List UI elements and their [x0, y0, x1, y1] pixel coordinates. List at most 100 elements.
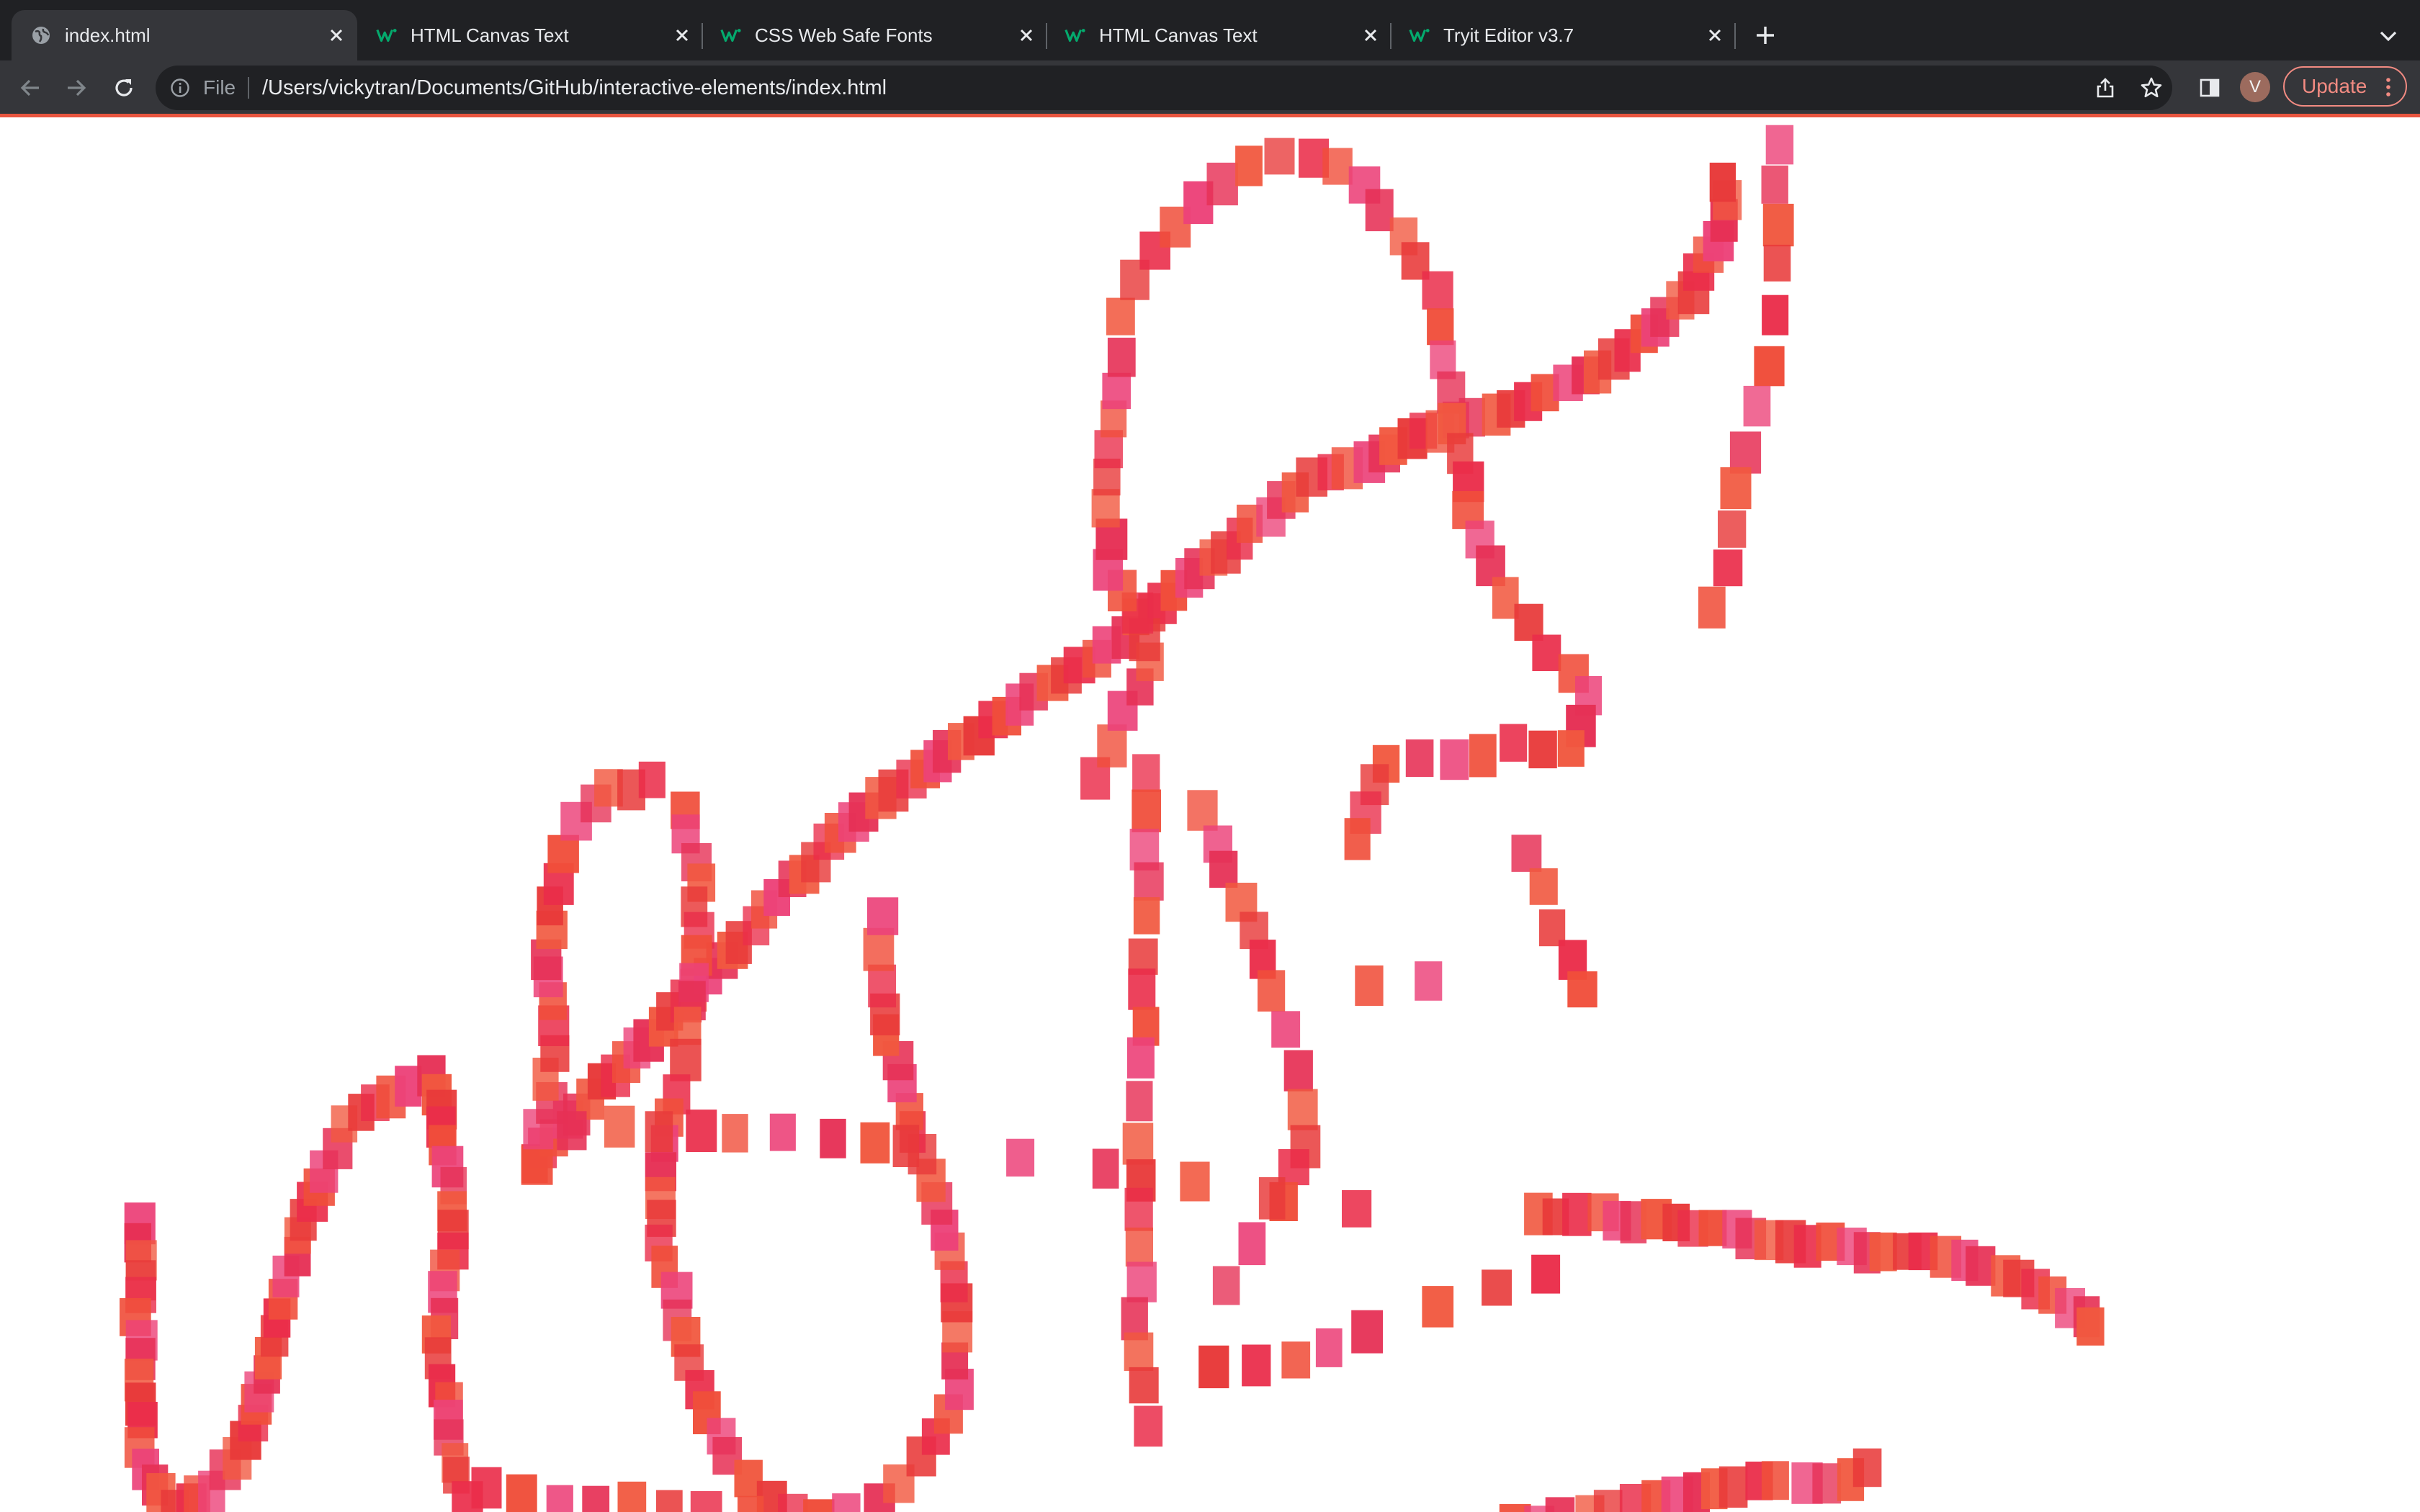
drawn-square — [1283, 1050, 1313, 1092]
drawn-square — [1125, 1227, 1153, 1267]
drawn-square — [546, 1485, 573, 1512]
profile-avatar[interactable]: V — [2240, 72, 2270, 102]
globe-icon — [30, 24, 52, 46]
drawn-square — [1198, 1345, 1229, 1389]
drawn-square — [1344, 818, 1371, 860]
drawn-square — [868, 964, 896, 1008]
drawn-square — [1124, 1332, 1154, 1371]
drawn-square — [1529, 868, 1558, 905]
tab-search-button[interactable] — [2372, 20, 2404, 52]
drawn-square — [1761, 165, 1788, 204]
drawn-square — [1869, 1232, 1897, 1272]
drawn-square — [1097, 724, 1127, 768]
drawn-square — [1127, 1037, 1155, 1079]
drawn-square — [1567, 971, 1597, 1008]
w3schools-icon — [1065, 24, 1086, 46]
drawn-square — [1355, 965, 1384, 1007]
drawn-square — [645, 1111, 673, 1153]
back-button[interactable] — [14, 72, 46, 104]
drawn-square — [1469, 734, 1497, 778]
tab-html-canvas-text[interactable]: HTML Canvas Text — [357, 10, 703, 60]
drawn-square — [1271, 1011, 1301, 1048]
drawn-square — [1763, 244, 1791, 282]
close-icon[interactable] — [1701, 22, 1729, 49]
drawn-square — [1132, 754, 1160, 793]
drawn-square — [1562, 1192, 1592, 1236]
update-label: Update — [2302, 75, 2367, 97]
drawn-square — [1180, 1161, 1210, 1202]
tab-html-canvas-text-2[interactable]: HTML Canvas Text — [1046, 10, 1392, 60]
tab-index-html[interactable]: index.html — [12, 10, 357, 60]
drawn-square — [1720, 467, 1752, 510]
update-button[interactable]: Update — [2283, 66, 2407, 107]
drawn-square — [1106, 297, 1135, 336]
drawn-square — [1322, 148, 1353, 185]
drawn-square — [1107, 338, 1136, 377]
tab-separator — [1734, 23, 1736, 49]
drawn-square — [1128, 968, 1156, 1010]
drawn-square — [769, 1113, 796, 1151]
drawn-square — [1422, 1286, 1454, 1328]
drawn-square — [1264, 138, 1295, 175]
new-tab-button[interactable] — [1749, 19, 1782, 52]
drawn-square — [1528, 730, 1557, 769]
drawn-square — [638, 761, 666, 798]
drawn-square — [1718, 1466, 1748, 1508]
drawn-square — [1092, 1148, 1119, 1189]
drawn-square — [892, 1125, 920, 1167]
forward-button[interactable] — [60, 72, 92, 104]
drawing-canvas[interactable] — [0, 117, 2420, 1512]
drawn-square — [1209, 850, 1238, 888]
drawn-square — [1126, 1261, 1157, 1302]
arrow-left-icon — [20, 79, 39, 96]
drawn-square — [1187, 790, 1218, 831]
drawn-square — [1713, 549, 1743, 587]
drawn-square — [1743, 385, 1771, 427]
reload-button[interactable] — [108, 72, 140, 104]
tab-title: Tryit Editor v3.7 — [1443, 24, 1574, 46]
drawn-square — [1131, 789, 1161, 832]
drawn-square — [1593, 1490, 1623, 1512]
w3schools-icon — [376, 24, 398, 46]
drawn-square — [1718, 510, 1747, 548]
tab-css-web-safe-fonts[interactable]: CSS Web Safe Fonts — [702, 10, 1047, 60]
info-icon[interactable] — [169, 76, 192, 99]
w3schools-icon — [720, 24, 742, 46]
drawn-square — [604, 1105, 635, 1148]
drawn-square — [860, 1122, 890, 1164]
drawn-square — [1482, 1269, 1512, 1306]
url-divider — [248, 77, 249, 99]
drawn-square — [1511, 834, 1542, 872]
close-icon[interactable] — [1357, 22, 1384, 49]
page-content — [0, 117, 2420, 1512]
share-icon[interactable] — [2093, 76, 2118, 100]
close-icon[interactable] — [323, 22, 350, 49]
tab-title: index.html — [65, 24, 151, 46]
address-bar[interactable]: File /Users/vickytran/Documents/GitHub/i… — [156, 66, 2172, 110]
drawn-square — [1238, 1222, 1266, 1266]
drawn-square — [1966, 1246, 1996, 1286]
tab-tryit-editor[interactable]: Tryit Editor v3.7 — [1390, 10, 1736, 60]
drawn-square — [1762, 204, 1794, 247]
close-icon[interactable] — [668, 22, 696, 49]
tab-title: CSS Web Safe Fonts — [755, 24, 933, 46]
drawn-square — [1852, 1448, 1882, 1488]
drawn-square — [1812, 1463, 1842, 1504]
tab-title: HTML Canvas Text — [1099, 24, 1258, 46]
drawn-square — [1133, 897, 1160, 935]
side-panel-button[interactable] — [2195, 73, 2224, 102]
side-panel-icon — [2200, 78, 2220, 97]
drawn-square — [471, 1467, 502, 1509]
url-text[interactable]: /Users/vickytran/Documents/GitHub/intera… — [262, 76, 887, 100]
drawn-square — [1440, 739, 1469, 780]
drawn-square — [1258, 1177, 1286, 1220]
drawn-square — [2076, 1307, 2105, 1346]
more-menu-icon — [2386, 78, 2390, 96]
bookmark-star-icon[interactable] — [2138, 75, 2164, 101]
tab-title: HTML Canvas Text — [411, 24, 569, 46]
drawn-square — [722, 1114, 748, 1153]
close-icon[interactable] — [1013, 22, 1040, 49]
drawn-square — [1532, 634, 1561, 671]
drawn-square — [1709, 162, 1736, 202]
drawn-square — [521, 1146, 553, 1185]
